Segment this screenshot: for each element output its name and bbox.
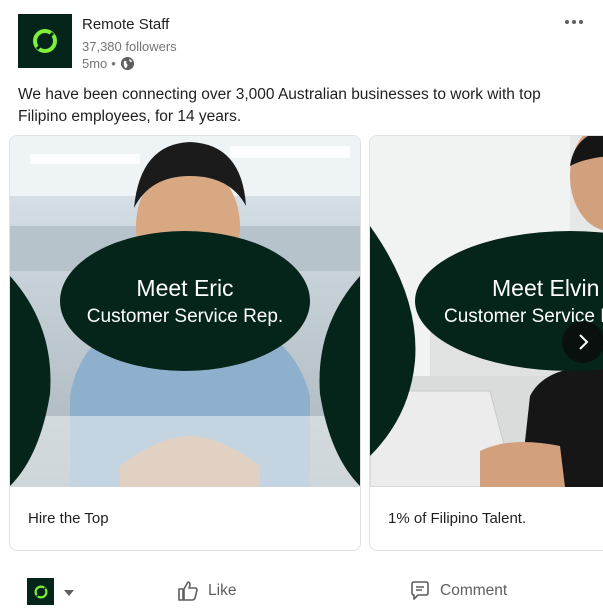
- actor-avatar[interactable]: [27, 578, 54, 605]
- comment-icon: [411, 581, 429, 600]
- author-name[interactable]: Remote Staff: [82, 16, 169, 33]
- post-age: 5mo: [82, 56, 108, 71]
- globe-icon: [120, 56, 134, 71]
- thumbs-up-icon: [178, 581, 198, 601]
- like-button[interactable]: Like: [176, 579, 236, 603]
- card-headline: Meet Eric: [136, 275, 233, 301]
- brand-ring-icon: [33, 29, 57, 53]
- more-options-button[interactable]: [559, 10, 589, 34]
- card-caption: 1% of Filipino Talent.: [388, 510, 527, 527]
- post-text: We have been connecting over 3,000 Austr…: [18, 86, 541, 125]
- image-carousel[interactable]: Meet Eric Customer Service Rep. Hire the…: [0, 135, 603, 551]
- post-actions: Like Comment: [0, 570, 603, 616]
- card-image: Meet Eric Customer Service Rep.: [10, 136, 360, 487]
- follower-count: 37,380 followers: [82, 39, 177, 54]
- comment-button[interactable]: Comment: [408, 579, 507, 603]
- company-logo[interactable]: [18, 14, 72, 68]
- meta-separator: •: [111, 56, 116, 71]
- more-dot-icon: [579, 20, 583, 24]
- card-role: Customer Service Rep.: [87, 306, 283, 327]
- feed-post: Remote Staff 37,380 followers 5mo • We h…: [0, 0, 603, 616]
- like-label: Like: [208, 582, 237, 599]
- carousel-card[interactable]: Meet Eric Customer Service Rep. Hire the…: [9, 135, 361, 551]
- chevron-right-icon: [579, 334, 589, 350]
- comment-label: Comment: [440, 582, 508, 599]
- post-meta: 5mo •: [82, 56, 135, 71]
- card-headline: Meet Elvin: [492, 275, 599, 301]
- carousel-next-button[interactable]: [562, 321, 603, 363]
- more-dot-icon: [565, 20, 569, 24]
- card-image: Meet Elvin Customer Service Rep.: [370, 136, 603, 487]
- more-dot-icon: [572, 20, 576, 24]
- card-caption: Hire the Top: [28, 510, 109, 527]
- caret-down-icon[interactable]: [62, 586, 76, 600]
- brand-ring-icon: [34, 585, 47, 598]
